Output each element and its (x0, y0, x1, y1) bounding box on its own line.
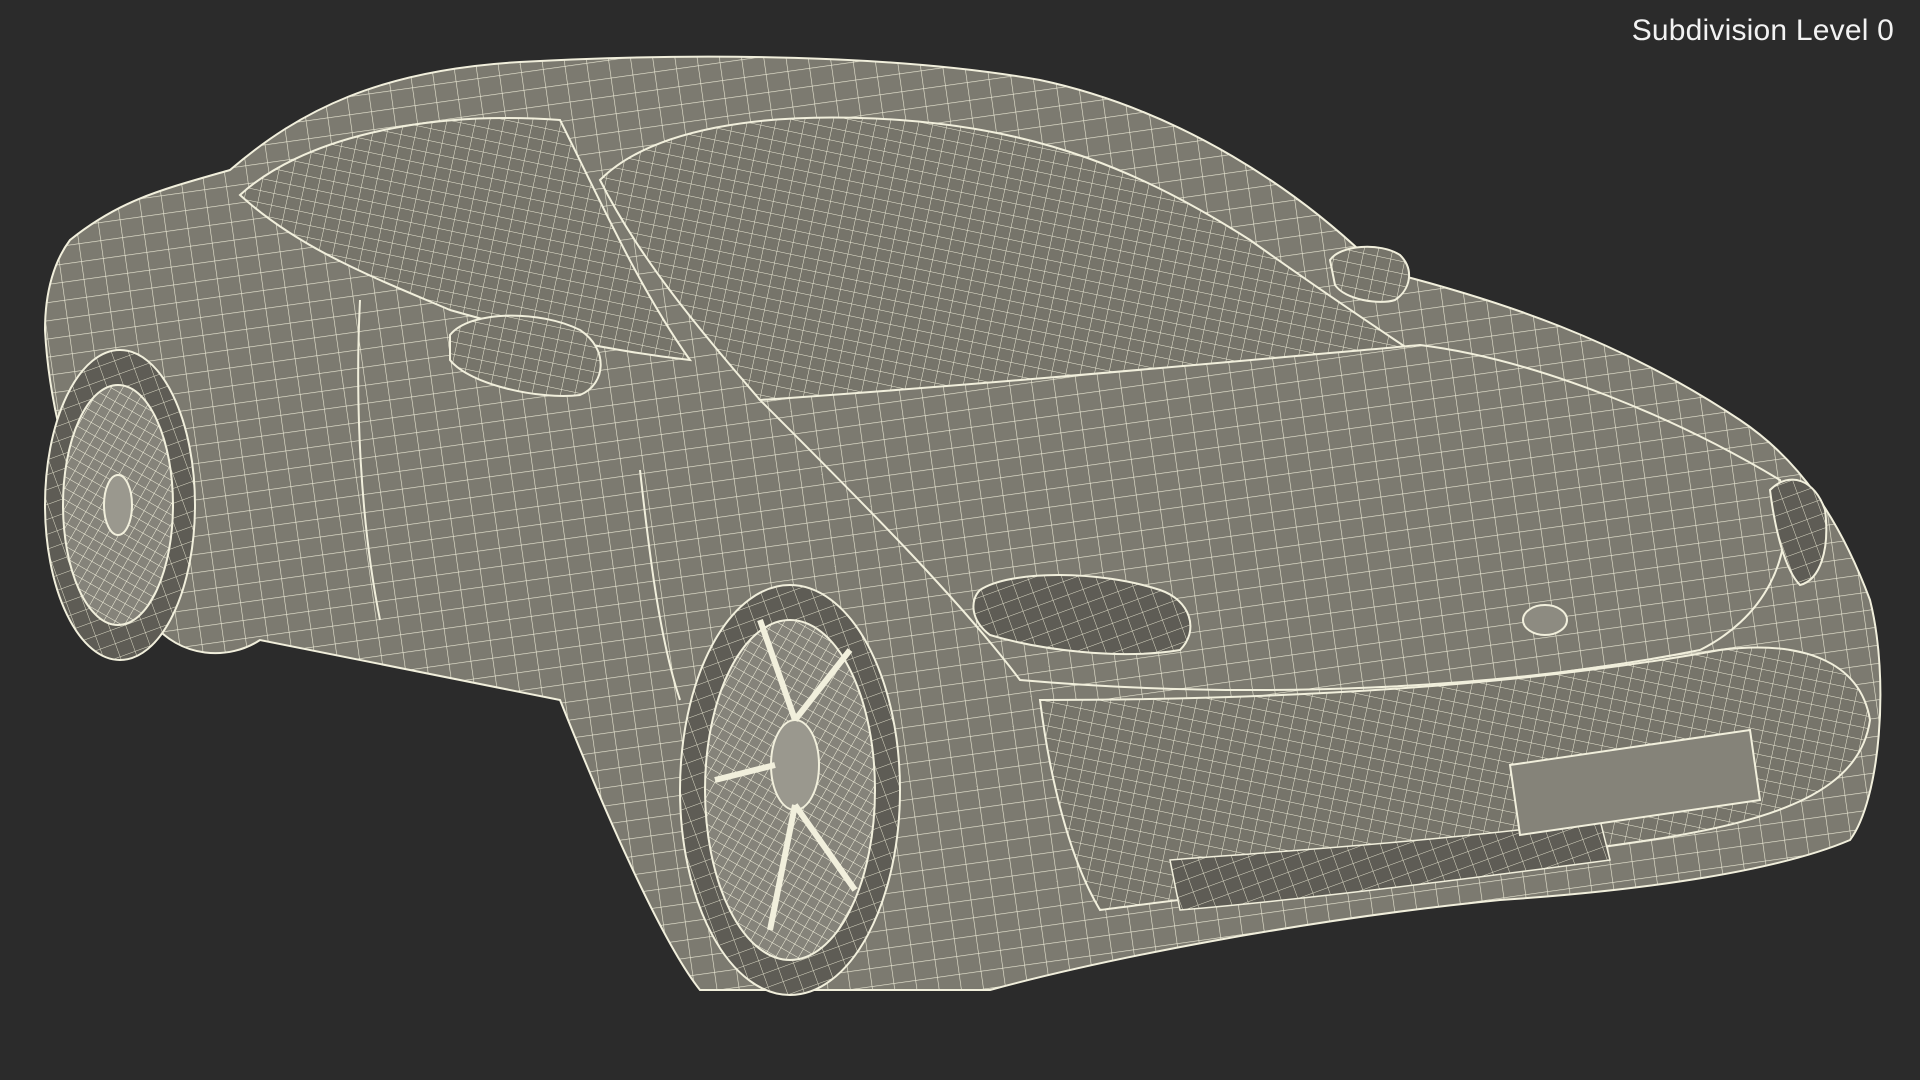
render-viewport: Subdivision Level 0 (0, 0, 1920, 1080)
subdivision-level-label: Subdivision Level 0 (1631, 14, 1894, 47)
rear-wheel (44, 349, 196, 661)
hood-emblem (1522, 604, 1568, 636)
front-wheel (679, 584, 901, 996)
wireframe-car-render (43, 55, 1882, 996)
